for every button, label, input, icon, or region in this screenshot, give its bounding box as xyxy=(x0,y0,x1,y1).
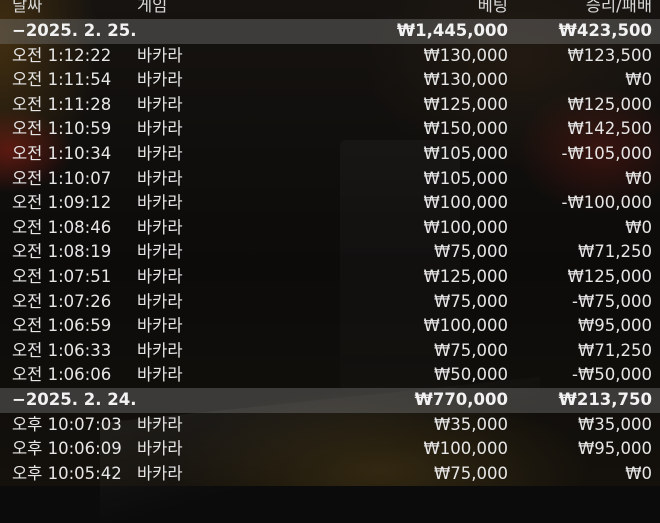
table-row[interactable]: 오후 10:07:03 바카라 ₩35,000 ₩35,000 xyxy=(0,413,660,438)
row-winloss: ₩0 xyxy=(625,168,652,188)
row-bet: ₩100,000 xyxy=(423,217,508,237)
row-winloss: ₩125,000 xyxy=(567,266,652,286)
column-header-date[interactable]: 날짜 xyxy=(12,0,42,14)
row-bet: ₩75,000 xyxy=(433,291,508,311)
group-date-collapse-toggle[interactable]: −2025. 2. 24. xyxy=(12,388,136,413)
row-game: 바카라 xyxy=(137,94,183,114)
row-game: 바카라 xyxy=(137,340,183,360)
row-winloss: ₩0 xyxy=(625,70,652,90)
row-game: 바카라 xyxy=(137,193,183,213)
group-bet-total: ₩1,445,000 xyxy=(396,21,508,40)
row-time: 오전 1:06:59 xyxy=(12,316,112,336)
row-time: 오전 1:11:54 xyxy=(12,70,112,90)
row-winloss: ₩71,250 xyxy=(577,242,652,262)
bet-history-table: 날짜 게임 베팅 승리/패배 −2025. 2. 25. ₩1,445,000 … xyxy=(0,0,660,486)
row-winloss: ₩125,000 xyxy=(567,94,652,114)
row-time: 오전 1:07:51 xyxy=(12,266,112,286)
row-time: 오전 1:06:06 xyxy=(12,365,112,385)
row-bet: ₩130,000 xyxy=(423,45,508,65)
group-bet-total: ₩770,000 xyxy=(414,389,508,409)
row-winloss: -₩50,000 xyxy=(571,365,652,385)
table-row[interactable]: 오후 10:06:09 바카라 ₩100,000 ₩95,000 xyxy=(0,437,660,462)
table-header: 날짜 게임 베팅 승리/패배 xyxy=(0,0,660,19)
row-winloss: ₩95,000 xyxy=(577,439,652,459)
group-date-collapse-toggle[interactable]: −2025. 2. 25. xyxy=(12,19,136,44)
table-row[interactable]: 오전 1:06:06 바카라 ₩50,000 -₩50,000 xyxy=(0,363,660,388)
row-bet: ₩100,000 xyxy=(423,439,508,459)
row-bet: ₩125,000 xyxy=(423,94,508,114)
row-bet: ₩105,000 xyxy=(423,143,508,163)
row-bet: ₩150,000 xyxy=(423,119,508,139)
row-bet: ₩75,000 xyxy=(433,340,508,360)
row-bet: ₩125,000 xyxy=(423,266,508,286)
row-bet: ₩105,000 xyxy=(423,168,508,188)
row-game: 바카라 xyxy=(137,70,183,90)
table-row[interactable]: 오전 1:08:19 바카라 ₩75,000 ₩71,250 xyxy=(0,240,660,265)
row-game: 바카라 xyxy=(137,266,183,286)
table-row[interactable]: 오전 1:07:51 바카라 ₩125,000 ₩125,000 xyxy=(0,265,660,290)
row-time: 오전 1:10:34 xyxy=(12,143,112,163)
row-bet: ₩75,000 xyxy=(433,242,508,262)
row-bet: ₩100,000 xyxy=(423,316,508,336)
row-time: 오전 1:12:22 xyxy=(12,45,112,65)
row-bet: ₩50,000 xyxy=(433,365,508,385)
row-winloss: ₩0 xyxy=(625,463,652,483)
row-game: 바카라 xyxy=(137,439,183,459)
date-group-header[interactable]: −2025. 2. 25. ₩1,445,000 ₩423,500 xyxy=(0,19,660,44)
row-bet: ₩35,000 xyxy=(433,414,508,434)
row-time: 오전 1:08:19 xyxy=(12,242,112,262)
row-winloss: -₩100,000 xyxy=(561,193,652,213)
row-time: 오전 1:10:59 xyxy=(12,119,112,139)
row-time: 오전 1:11:28 xyxy=(12,94,112,114)
table-row[interactable]: 오전 1:11:28 바카라 ₩125,000 ₩125,000 xyxy=(0,93,660,118)
table-row[interactable]: 오전 1:07:26 바카라 ₩75,000 -₩75,000 xyxy=(0,290,660,315)
row-winloss: -₩105,000 xyxy=(561,143,652,163)
column-header-game[interactable]: 게임 xyxy=(137,0,167,14)
row-time: 오후 10:07:03 xyxy=(12,414,122,434)
row-winloss: -₩75,000 xyxy=(571,291,652,311)
row-bet: ₩130,000 xyxy=(423,70,508,90)
row-time: 오전 1:08:46 xyxy=(12,217,112,237)
row-game: 바카라 xyxy=(137,242,183,262)
row-winloss: ₩71,250 xyxy=(577,340,652,360)
column-header-bet[interactable]: 베팅 xyxy=(478,0,508,14)
table-row[interactable]: 오전 1:10:34 바카라 ₩105,000 -₩105,000 xyxy=(0,142,660,167)
group-winloss-total: ₩423,500 xyxy=(558,21,652,40)
table-row[interactable]: 오전 1:10:59 바카라 ₩150,000 ₩142,500 xyxy=(0,117,660,142)
row-game: 바카라 xyxy=(137,463,183,483)
row-time: 오전 1:10:07 xyxy=(12,168,112,188)
row-game: 바카라 xyxy=(137,45,183,65)
row-game: 바카라 xyxy=(137,119,183,139)
table-row[interactable]: 오전 1:06:33 바카라 ₩75,000 ₩71,250 xyxy=(0,339,660,364)
row-game: 바카라 xyxy=(137,365,183,385)
table-row[interactable]: 오전 1:10:07 바카라 ₩105,000 ₩0 xyxy=(0,167,660,192)
row-time: 오전 1:09:12 xyxy=(12,193,112,213)
row-game: 바카라 xyxy=(137,316,183,336)
row-game: 바카라 xyxy=(137,217,183,237)
table-row[interactable]: 오후 10:05:42 바카라 ₩75,000 ₩0 xyxy=(0,462,660,487)
row-bet: ₩100,000 xyxy=(423,193,508,213)
row-winloss: ₩95,000 xyxy=(577,316,652,336)
row-winloss: ₩35,000 xyxy=(577,414,652,434)
row-game: 바카라 xyxy=(137,168,183,188)
row-game: 바카라 xyxy=(137,143,183,163)
row-time: 오후 10:06:09 xyxy=(12,439,122,459)
row-winloss: ₩123,500 xyxy=(567,45,652,65)
row-time: 오전 1:06:33 xyxy=(12,340,112,360)
table-row[interactable]: 오전 1:12:22 바카라 ₩130,000 ₩123,500 xyxy=(0,44,660,69)
row-game: 바카라 xyxy=(137,414,183,434)
group-winloss-total: ₩213,750 xyxy=(558,389,652,409)
table-row[interactable]: 오전 1:11:54 바카라 ₩130,000 ₩0 xyxy=(0,68,660,93)
row-time: 오후 10:05:42 xyxy=(12,463,122,483)
row-bet: ₩75,000 xyxy=(433,463,508,483)
table-row[interactable]: 오전 1:06:59 바카라 ₩100,000 ₩95,000 xyxy=(0,314,660,339)
row-game: 바카라 xyxy=(137,291,183,311)
table-row[interactable]: 오전 1:08:46 바카라 ₩100,000 ₩0 xyxy=(0,216,660,241)
row-winloss: ₩0 xyxy=(625,217,652,237)
column-header-winloss[interactable]: 승리/패배 xyxy=(586,0,652,14)
table-row[interactable]: 오전 1:09:12 바카라 ₩100,000 -₩100,000 xyxy=(0,191,660,216)
row-winloss: ₩142,500 xyxy=(567,119,652,139)
date-group-header[interactable]: −2025. 2. 24. ₩770,000 ₩213,750 xyxy=(0,387,660,413)
row-time: 오전 1:07:26 xyxy=(12,291,112,311)
